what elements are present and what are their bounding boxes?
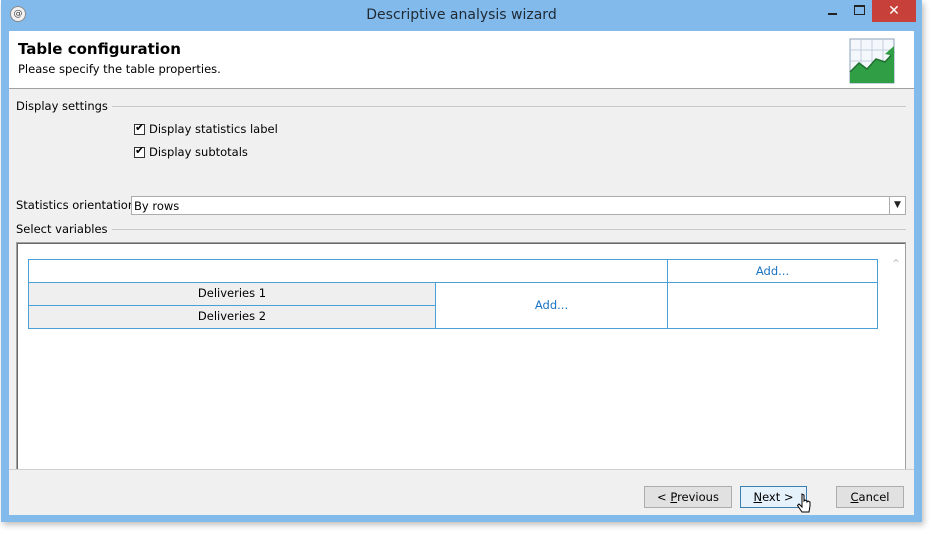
next-rest: ext >	[762, 490, 794, 504]
chart-icon	[849, 38, 895, 84]
cancel-button[interactable]: Cancel	[836, 486, 904, 508]
previous-rest: revious	[677, 490, 719, 504]
page-title: Table configuration	[18, 40, 181, 58]
wizard-body: Display settings ✔ Display statistics la…	[9, 89, 914, 496]
display-subtotals-checkbox[interactable]: ✔	[134, 143, 145, 158]
display-subtotals-option[interactable]: ✔ Display subtotals	[134, 144, 248, 160]
cancel-rest: ancel	[858, 490, 890, 504]
close-icon[interactable]: ✕	[872, 0, 916, 22]
wizard-footer: < Previous Next > Cancel	[9, 469, 914, 515]
window-title: Descriptive analysis wizard	[366, 7, 557, 23]
next-mnemonic: N	[753, 490, 763, 504]
display-statistics-label-checkbox[interactable]: ✔	[134, 120, 145, 135]
statistics-orientation-select[interactable]: By rows ▼	[131, 196, 906, 215]
wizard-header: Table configuration Please specify the t…	[9, 31, 914, 89]
previous-prefix: <	[657, 490, 671, 504]
cancel-mnemonic: C	[850, 490, 859, 504]
table-value-cell	[667, 282, 878, 329]
add-row-variable-link[interactable]: Add...	[435, 282, 668, 329]
minimize-icon[interactable]	[819, 0, 845, 22]
statistics-orientation-label: Statistics orientation:	[16, 198, 140, 212]
table-corner-cell	[28, 259, 668, 283]
maximize-icon[interactable]	[846, 0, 872, 22]
select-variables-label: Select variables	[16, 222, 112, 236]
select-variables-divider	[16, 229, 906, 230]
previous-button[interactable]: < Previous	[644, 486, 732, 508]
display-statistics-label-text: Display statistics label	[149, 122, 278, 136]
display-statistics-label-option[interactable]: ✔ Display statistics label	[134, 121, 278, 137]
add-column-variable-link[interactable]: Add...	[667, 259, 878, 283]
scroll-up-icon[interactable]: ⌃	[890, 258, 902, 270]
display-settings-divider	[16, 106, 906, 107]
vertical-scrollbar[interactable]: ⌃ ⌄	[887, 243, 905, 495]
checkmark-icon: ✔	[135, 143, 145, 157]
mouse-pointer-icon	[797, 493, 811, 513]
statistics-orientation-value: By rows	[134, 199, 180, 213]
checkmark-icon: ✔	[135, 120, 145, 134]
title-bar[interactable]: @ Descriptive analysis wizard ✕	[1, 0, 922, 31]
display-settings-label: Display settings	[16, 99, 112, 113]
chevron-down-icon[interactable]: ▼	[889, 197, 905, 214]
wizard-client: Table configuration Please specify the t…	[9, 31, 914, 515]
variables-panel: Add... Deliveries 1 Deliveries 2 Add... …	[16, 242, 906, 496]
variables-table: Add... Deliveries 1 Deliveries 2 Add...	[28, 259, 878, 329]
display-subtotals-text: Display subtotals	[149, 145, 248, 159]
row-variable-deliveries-1[interactable]: Deliveries 1	[28, 282, 436, 306]
row-variable-deliveries-2[interactable]: Deliveries 2	[28, 305, 436, 329]
wizard-window: @ Descriptive analysis wizard ✕ Table co…	[1, 0, 922, 522]
page-subtitle: Please specify the table properties.	[18, 62, 221, 76]
